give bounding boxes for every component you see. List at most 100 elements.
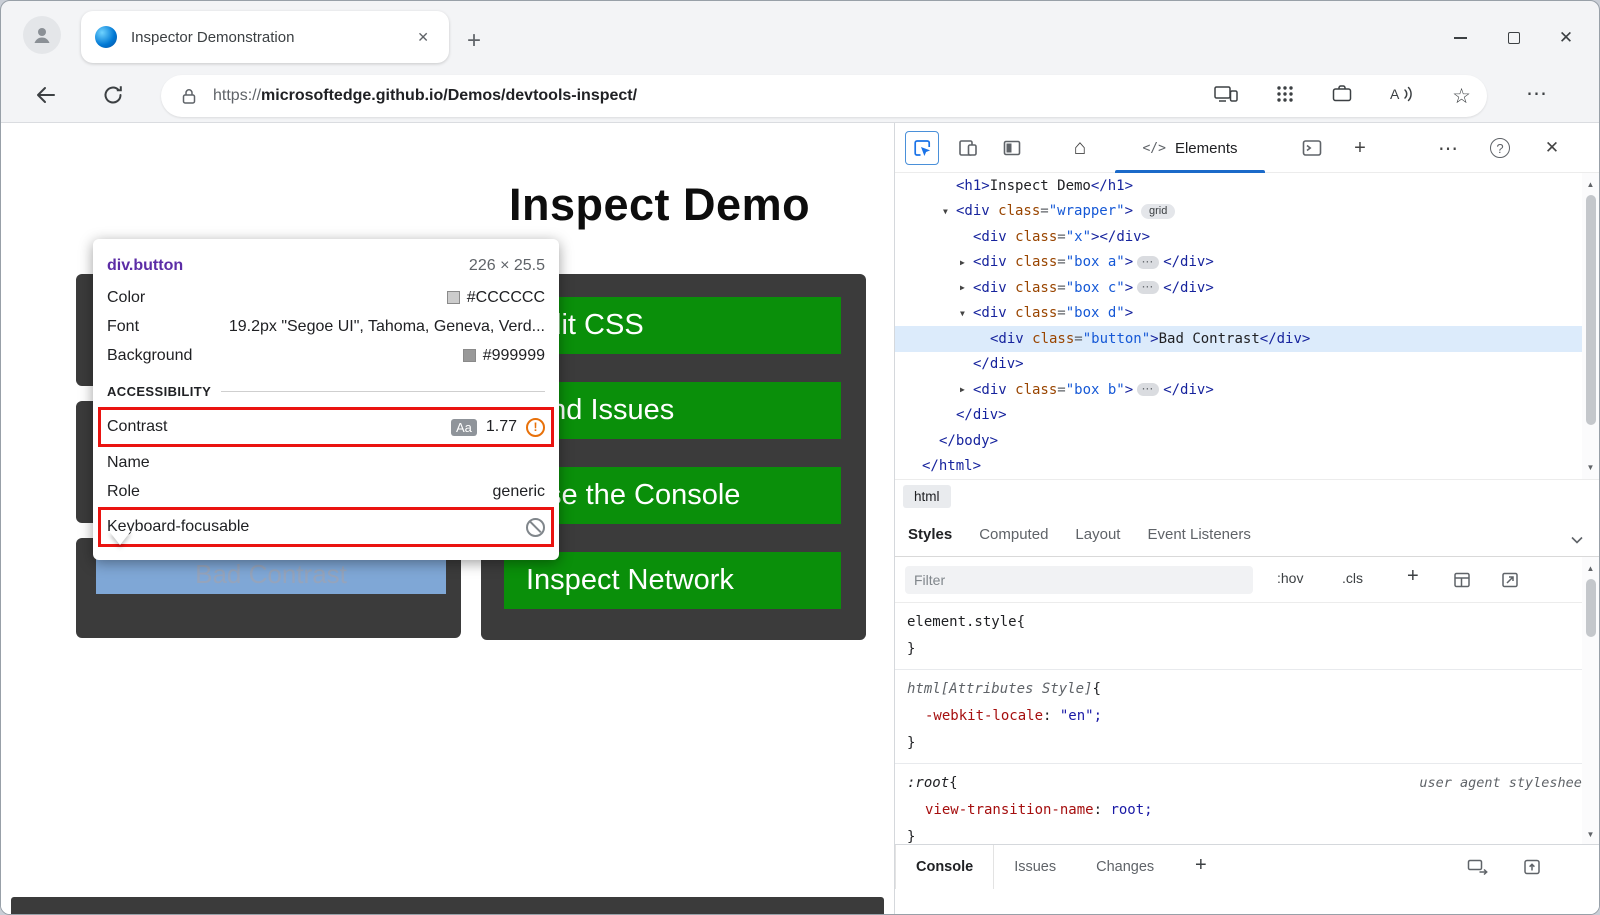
help-button[interactable]: ?: [1483, 131, 1517, 165]
drawer-tab-console[interactable]: Console: [895, 845, 994, 889]
demo-button[interactable]: Inspect Network: [504, 552, 841, 609]
inline-expand-icon[interactable]: ···: [1137, 281, 1159, 294]
tab-close-icon[interactable]: ✕: [411, 27, 435, 48]
more-options-button[interactable]: ⋯: [1431, 131, 1465, 165]
dom-tree-node[interactable]: </div>: [895, 352, 1600, 378]
scroll-down-icon[interactable]: ▼: [1582, 459, 1599, 476]
dom-tree-node[interactable]: ▶<div class="box c">···</div>: [895, 275, 1600, 301]
code-token: "box a": [1066, 254, 1125, 270]
page-viewport: Inspect Demo Bad Contrast Edit CSSFind I…: [1, 123, 894, 914]
computed-sidebar-button[interactable]: [1453, 571, 1471, 594]
close-devtools-button[interactable]: ✕: [1535, 131, 1569, 165]
tab-styles[interactable]: Styles: [908, 526, 952, 543]
expand-drawer-button[interactable]: [1523, 858, 1541, 881]
tree-expand-right-icon[interactable]: ▶: [960, 258, 973, 267]
device-emulation-button[interactable]: [951, 131, 985, 165]
send-to-devices-button[interactable]: [1214, 85, 1238, 108]
dom-tree-node[interactable]: </div>: [895, 403, 1600, 429]
tab-elements[interactable]: </> Elements: [1109, 123, 1271, 173]
code-token: Inspect Demo: [990, 178, 1091, 194]
rule-selector[interactable]: html[Attributes Style]: [907, 676, 1092, 703]
tab-layout[interactable]: Layout: [1075, 526, 1120, 543]
add-tab-button[interactable]: +: [1343, 131, 1377, 165]
scroll-down-icon[interactable]: ▼: [1582, 826, 1599, 843]
rule-selector[interactable]: element.style: [907, 609, 1017, 636]
back-button[interactable]: [33, 83, 57, 112]
scroll-up-icon[interactable]: ▲: [1582, 560, 1599, 577]
drawer-add-tab-button[interactable]: +: [1195, 854, 1207, 877]
maximize-button[interactable]: [1491, 23, 1537, 53]
code-token: </div>: [1163, 254, 1214, 270]
tab-event-listeners[interactable]: Event Listeners: [1147, 526, 1250, 543]
code-token: "wrapper": [1049, 203, 1125, 219]
chevron-down-icon[interactable]: [1571, 531, 1583, 549]
url-host: microsoftedge.github.io: [261, 87, 443, 104]
styles-filter-input[interactable]: [905, 566, 1253, 594]
inline-expand-icon[interactable]: ···: [1137, 256, 1159, 269]
dom-tree-node[interactable]: ▼<div class="wrapper">grid: [895, 199, 1600, 225]
settings-more-button[interactable]: ⋯: [1526, 81, 1547, 106]
dom-tree-node[interactable]: </html>: [895, 454, 1600, 480]
dom-tree-node[interactable]: <h1>Inspect Demo</h1>: [895, 173, 1600, 199]
styles-scrollbar[interactable]: ▲ ▼: [1582, 557, 1599, 846]
a11y-label: Contrast: [107, 418, 167, 436]
close-window-button[interactable]: ✕: [1543, 23, 1589, 53]
dom-tree-node[interactable]: ▶<div class="box b">···</div>: [895, 377, 1600, 403]
code-token: <div: [973, 382, 1007, 398]
scrollbar-thumb[interactable]: [1586, 579, 1596, 637]
profile-avatar[interactable]: [23, 16, 61, 54]
tree-expand-right-icon[interactable]: ▶: [960, 385, 973, 394]
inline-expand-icon[interactable]: ···: [1137, 383, 1159, 396]
address-bar-icons: A ☆: [1214, 84, 1471, 109]
tree-expand-down-icon[interactable]: ▼: [943, 207, 956, 216]
home-button[interactable]: ⌂: [1063, 131, 1097, 165]
rule-selector[interactable]: :root: [907, 770, 949, 797]
breadcrumb-html[interactable]: html: [903, 485, 951, 508]
bad-contrast-button[interactable]: Bad Contrast: [96, 554, 446, 594]
tree-expand-down-icon[interactable]: ▼: [960, 309, 973, 318]
scroll-up-icon[interactable]: ▲: [1582, 176, 1599, 193]
css-property[interactable]: view-transition-name: root;: [907, 797, 1590, 824]
tab-title: Inspector Demonstration: [131, 29, 411, 46]
read-aloud-button[interactable]: A: [1390, 86, 1414, 107]
favorite-star-icon[interactable]: ☆: [1452, 84, 1471, 109]
dock-panel-button[interactable]: [995, 131, 1029, 165]
apps-button[interactable]: [1276, 85, 1294, 108]
browser-tab[interactable]: Inspector Demonstration ✕: [81, 11, 449, 63]
inspect-element-button[interactable]: [905, 131, 939, 165]
pseudo-state-toggle[interactable]: :hov: [1277, 570, 1303, 586]
element-class-toggle[interactable]: .cls: [1342, 570, 1363, 586]
console-drawer-button[interactable]: [1295, 131, 1329, 165]
new-style-rule-button[interactable]: +: [1407, 565, 1419, 588]
new-tab-button[interactable]: +: [467, 27, 481, 55]
drawer-tab-issues[interactable]: Issues: [994, 845, 1076, 889]
workspaces-button[interactable]: [1332, 84, 1352, 108]
box-up-arrow-icon: [1523, 858, 1541, 876]
dom-tree-node[interactable]: <div class="button">Bad Contrast</div>: [895, 326, 1600, 352]
dom-tree-node[interactable]: <div class="x"></div>: [895, 224, 1600, 250]
code-token: <div: [973, 280, 1007, 296]
refresh-button[interactable]: [101, 83, 125, 112]
css-property[interactable]: -webkit-locale: "en";: [907, 703, 1590, 730]
tree-expand-right-icon[interactable]: ▶: [960, 283, 973, 292]
dom-tree-node[interactable]: </body>: [895, 428, 1600, 454]
code-token: class: [1007, 305, 1058, 321]
person-icon: [31, 24, 53, 46]
address-bar[interactable]: https://microsoftedge.github.io/Demos/de…: [161, 75, 1487, 117]
elements-scrollbar[interactable]: ▲ ▼: [1582, 173, 1599, 479]
code-token: }: [907, 824, 1590, 846]
open-panel-button[interactable]: [1501, 571, 1519, 594]
grid-badge[interactable]: grid: [1141, 204, 1175, 219]
dom-tree-node[interactable]: ▶<div class="box a">···</div>: [895, 250, 1600, 276]
dom-tree-node[interactable]: ▼<div class="box d">: [895, 301, 1600, 327]
code-token: <div: [973, 254, 1007, 270]
minimize-button[interactable]: [1437, 23, 1483, 53]
scrollbar-thumb[interactable]: [1586, 195, 1596, 425]
color-swatch: [447, 291, 460, 304]
warning-icon: !: [526, 418, 545, 437]
property-value: #CCCCCC: [447, 289, 545, 307]
tab-computed[interactable]: Computed: [979, 526, 1048, 543]
accessibility-label: ACCESSIBILITY: [107, 384, 211, 399]
remote-window-button[interactable]: [1467, 858, 1489, 881]
drawer-tab-changes[interactable]: Changes: [1076, 845, 1174, 889]
